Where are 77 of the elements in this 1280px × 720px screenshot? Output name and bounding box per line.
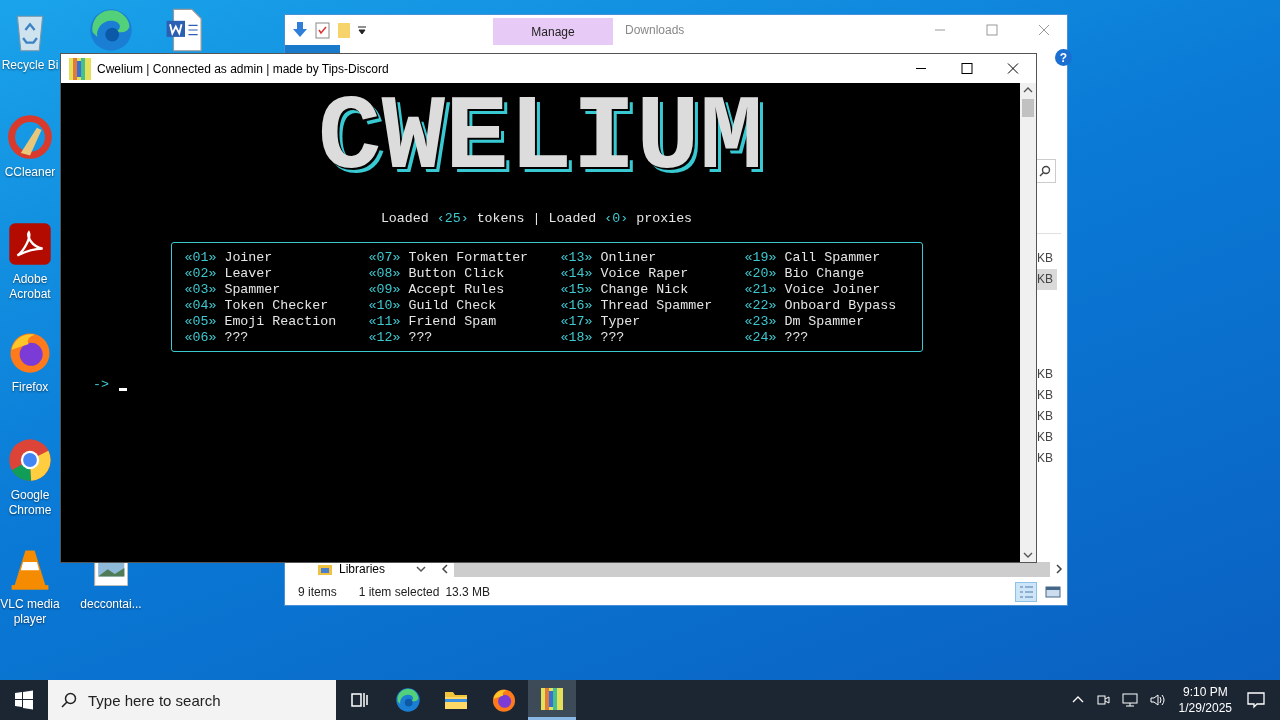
camera-icon[interactable]: [1094, 692, 1111, 708]
selection-count: 1 item selected: [358, 585, 440, 599]
menu-option: «21» Voice Joiner: [744, 282, 910, 298]
desktop-icon-label[interactable]: deccontai...: [80, 597, 142, 612]
windows-start-icon[interactable]: [14, 690, 34, 710]
checklist-icon[interactable]: [315, 21, 331, 39]
file-size-cell[interactable]: KB: [1035, 364, 1057, 385]
help-button[interactable]: ?: [1055, 49, 1072, 66]
menu-option: «10» Guild Check: [368, 298, 561, 314]
desktop-icon-label[interactable]: VLC media player: [0, 597, 60, 627]
file-size-cell[interactable]: KB: [1035, 427, 1057, 448]
preview-view-icon[interactable]: [1043, 583, 1063, 601]
file-size-cell[interactable]: KB: [1035, 448, 1057, 469]
desktop-icon-label[interactable]: Adobe Acrobat: [0, 272, 60, 302]
menu-option: «18» ???: [560, 330, 745, 346]
vertical-scrollbar[interactable]: [1020, 83, 1036, 562]
status-line: Loaded ‹25› tokens | Loaded ‹0› proxies: [380, 211, 693, 226]
prompt-arrow: ->: [93, 377, 109, 392]
window-title: Downloads: [625, 23, 685, 37]
selection-size: 13.3 MB: [445, 585, 491, 599]
item-count: 9 items: [298, 585, 337, 599]
desktop-icon-label[interactable]: Google Chrome: [0, 488, 60, 518]
scroll-thumb[interactable]: [1022, 99, 1034, 117]
file-size-cell[interactable]: KB: [1035, 406, 1057, 427]
file-size-cell[interactable]: KB: [1035, 248, 1057, 269]
menu-option: «24» ???: [744, 330, 910, 346]
menu-option: «22» Onboard Bypass: [744, 298, 910, 314]
app-icon: [68, 56, 92, 81]
menu-option: «11» Friend Spam: [368, 314, 561, 330]
menu-option: «02» Leaver: [184, 266, 369, 282]
menu-option: «19» Call Spammer: [744, 250, 910, 266]
network-icon[interactable]: [1120, 692, 1139, 708]
taskbar-button[interactable]: [528, 680, 576, 720]
chevron-down-icon[interactable]: [415, 563, 427, 575]
broom-icon: [7, 114, 53, 160]
clock-time[interactable]: 9:10 PM: [1182, 684, 1228, 700]
nav-item-label[interactable]: Libraries: [339, 562, 409, 576]
menu-option: «20» Bio Change: [744, 266, 910, 282]
menu-option: «06» ???: [184, 330, 369, 346]
acrobat-icon: [7, 221, 53, 267]
notification-icon[interactable]: [1246, 691, 1266, 709]
ascii-logo: CWELIUM: [317, 89, 764, 189]
clock-date[interactable]: 1/29/2025: [1178, 700, 1232, 716]
speaker-icon[interactable]: [1148, 692, 1167, 708]
chevron-left-icon[interactable]: [439, 563, 451, 575]
chevron-right-icon[interactable]: [1053, 563, 1065, 575]
library-folder-icon: [317, 562, 333, 576]
firefox-icon: [491, 687, 517, 713]
search-icon: [1039, 165, 1051, 177]
menu-option: «15» Change Nick: [560, 282, 745, 298]
desktop-icon-label[interactable]: Firefox: [11, 380, 49, 395]
taskbar-search-field[interactable]: Type here to search: [48, 680, 336, 720]
menu-option: «08» Button Click: [368, 266, 561, 282]
window-title: Cwelium | Connected as admin | made by Tips-Discord: [97, 61, 389, 76]
manage-tab[interactable]: Manage: [493, 18, 613, 45]
menu-option: «05» Emoji Reaction: [184, 314, 369, 330]
menu-option: «01» Joiner: [184, 250, 369, 266]
down-arrow-icon[interactable]: [291, 21, 309, 39]
menu-option: «17» Typer: [560, 314, 745, 330]
menu-option: «04» Token Checker: [184, 298, 369, 314]
dropdown-icon[interactable]: [357, 25, 367, 35]
edge-icon: [88, 7, 134, 53]
chrome-icon: [7, 437, 53, 483]
menu-option: «07» Token Formatter: [368, 250, 561, 266]
menu-option: «12» ???: [368, 330, 561, 346]
menu-option: «13» Onliner: [560, 250, 745, 266]
app-icon: [540, 686, 564, 711]
file-size-cell[interactable]: KB: [1035, 269, 1057, 290]
menu-option: «09» Accept Rules: [368, 282, 561, 298]
menu-option: «16» Thread Spammer: [560, 298, 745, 314]
menu-option: «03» Spammer: [184, 282, 369, 298]
menu-option: «23» Dm Spammer: [744, 314, 910, 330]
edge-icon: [395, 687, 421, 713]
search-icon: [60, 691, 78, 709]
file-size-cell[interactable]: KB: [1035, 385, 1057, 406]
text-cursor: [118, 388, 127, 391]
menu-option: «14» Voice Raper: [560, 266, 745, 282]
